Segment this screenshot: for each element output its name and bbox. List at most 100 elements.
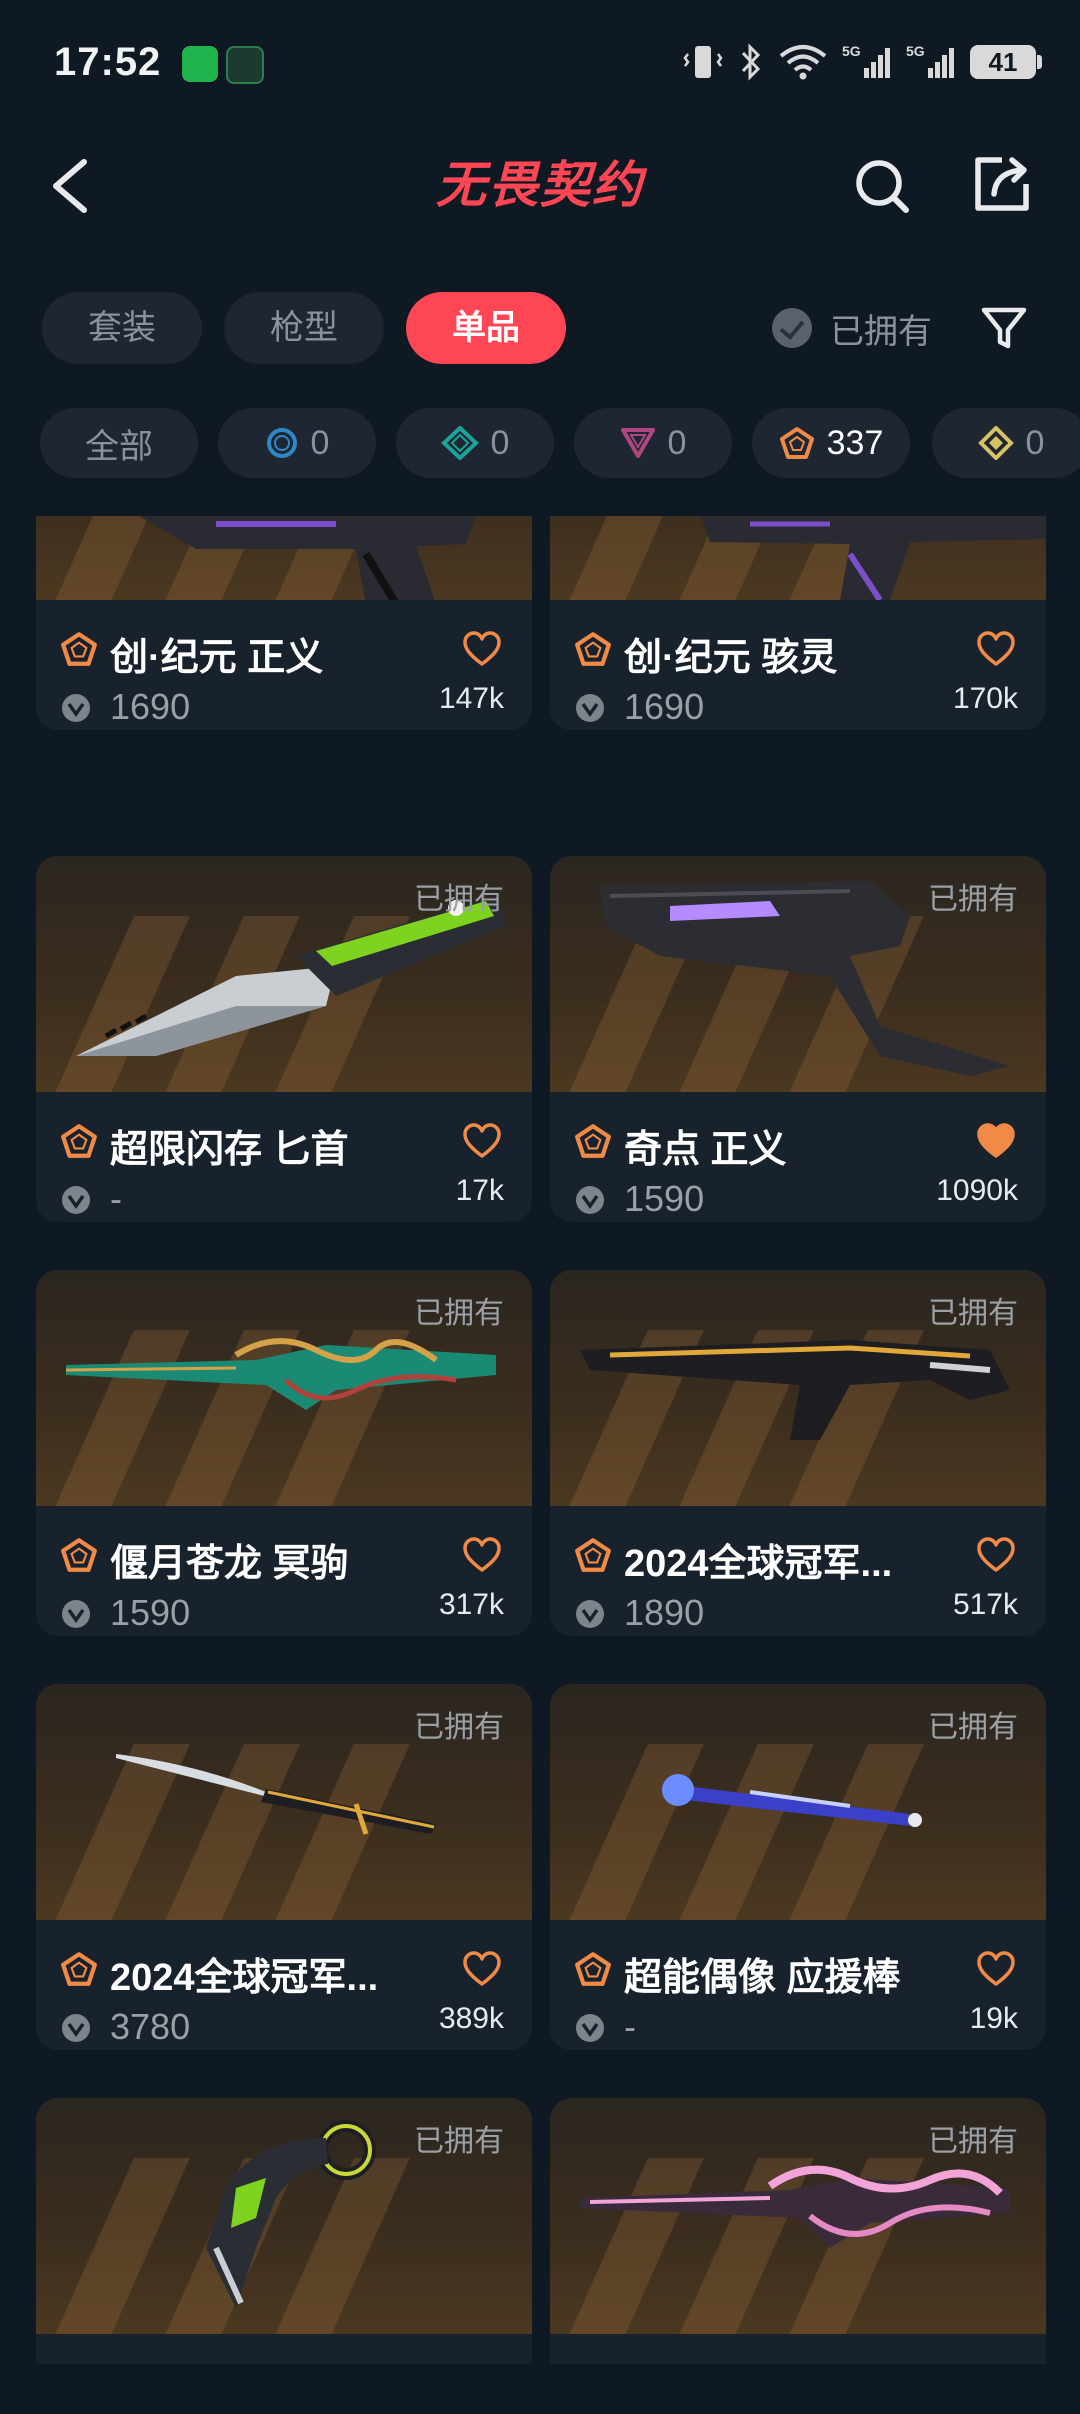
exclusive-tier-icon xyxy=(575,1124,611,1158)
favorite-heart-icon[interactable] xyxy=(976,1950,1016,1988)
item-likes: 517k xyxy=(952,1588,1018,1621)
share-button[interactable] xyxy=(972,154,1032,214)
chip-count: 337 xyxy=(826,423,884,462)
tab-bundles[interactable]: 套装 xyxy=(42,292,202,364)
item-likes: 19k xyxy=(969,2002,1018,2035)
valorant-points-icon xyxy=(576,694,604,722)
weapon-smg-dark-image xyxy=(700,516,1046,600)
item-info: 2024全球冠军... 1890 517k xyxy=(550,1506,1046,1636)
signal-5g-icon-2: 5G xyxy=(906,42,956,82)
favorite-heart-icon[interactable] xyxy=(462,1536,502,1574)
item-image: 已拥有 xyxy=(36,1684,532,1920)
select-tier-icon xyxy=(266,428,297,458)
item-price: - xyxy=(110,1178,122,1219)
owned-label: 已拥有 xyxy=(928,883,1018,916)
app-logo: 无畏契约 xyxy=(436,156,644,214)
weapon-pistol-dark-image xyxy=(139,516,476,600)
chip-ultra-tier[interactable]: 0 xyxy=(932,408,1080,478)
item-info xyxy=(550,2334,1046,2364)
item-card[interactable]: 已拥有 2024全球冠军... 3780 389k xyxy=(36,1684,532,2050)
valorant-points-icon xyxy=(62,694,90,722)
chip-count: 0 xyxy=(490,423,510,462)
chip-count: 0 xyxy=(667,423,687,462)
item-card[interactable]: 已拥有 超限闪存 匕首 - 17k xyxy=(36,856,532,1222)
favorite-heart-icon[interactable] xyxy=(462,630,502,668)
battery-icon: 41 xyxy=(970,45,1042,79)
favorite-heart-icon[interactable] xyxy=(462,1122,502,1160)
valorant-points-icon xyxy=(62,1600,90,1628)
item-image: 已拥有 xyxy=(550,1270,1046,1506)
item-info: 创·纪元 正义 1690 147k xyxy=(36,600,532,730)
item-likes: 170k xyxy=(952,682,1018,715)
exclusive-tier-icon xyxy=(575,1538,611,1572)
favorite-heart-icon[interactable] xyxy=(976,630,1016,668)
item-info: 超限闪存 匕首 - 17k xyxy=(36,1092,532,1222)
filter-button[interactable] xyxy=(978,302,1030,354)
status-bar: 17:52 5G 5G 41 xyxy=(0,0,1080,130)
item-card[interactable]: 创·纪元 正义 1690 147k xyxy=(36,516,532,730)
vibrate-icon xyxy=(682,42,724,82)
search-button[interactable] xyxy=(852,156,912,216)
item-image: 已拥有 xyxy=(550,2098,1046,2334)
chip-all-label: 全部 xyxy=(85,427,153,466)
status-time: 17:52 xyxy=(54,40,162,84)
item-price: 1690 xyxy=(624,686,705,727)
owned-label: 已拥有 xyxy=(414,883,504,916)
favorite-heart-icon[interactable] xyxy=(462,1950,502,1988)
item-card[interactable]: 创·纪元 骇灵 1690 170k xyxy=(550,516,1046,730)
tab-weapon-type[interactable]: 枪型 xyxy=(224,292,384,364)
chip-select-tier[interactable]: 0 xyxy=(218,408,376,478)
item-card[interactable]: 已拥有 2024全球冠军... 1890 517k xyxy=(550,1270,1046,1636)
owned-checkbox-icon xyxy=(772,308,812,348)
share-icon xyxy=(975,157,1029,211)
item-name: 2024全球冠军... xyxy=(110,1957,379,1999)
owned-label: 已拥有 xyxy=(928,2125,1018,2158)
item-likes: 17k xyxy=(455,1174,504,1207)
item-name: 2024全球冠军... xyxy=(624,1543,893,1585)
valorant-points-icon xyxy=(576,2014,604,2042)
header: 无畏契约 xyxy=(0,130,1080,240)
owned-label: 已拥有 xyxy=(414,2125,504,2158)
tab-single-items[interactable]: 单品 xyxy=(406,292,566,364)
owned-filter-toggle[interactable]: 已拥有 xyxy=(772,292,932,364)
item-info: 偃月苍龙 冥驹 1590 317k xyxy=(36,1506,532,1636)
filter-funnel-icon xyxy=(981,307,1027,349)
chip-exclusive-tier[interactable]: 337 xyxy=(752,408,910,478)
chip-all[interactable]: 全部 xyxy=(40,408,198,478)
item-price: 1690 xyxy=(110,686,191,727)
item-name: 超能偶像 应援棒 xyxy=(624,1957,901,1999)
signal-5g-icon: 5G xyxy=(842,42,892,82)
svg-text:5G: 5G xyxy=(906,43,925,59)
item-likes: 147k xyxy=(438,682,504,715)
valorant-points-icon xyxy=(62,2014,90,2042)
owned-label: 已拥有 xyxy=(414,1711,504,1744)
deluxe-tier-icon xyxy=(440,426,479,460)
favorite-heart-icon[interactable] xyxy=(976,1536,1016,1574)
exclusive-tier-icon xyxy=(61,1538,97,1572)
item-price: 1590 xyxy=(110,1592,191,1633)
chip-premium-tier[interactable]: 0 xyxy=(574,408,732,478)
valorant-points-icon xyxy=(62,1186,90,1214)
chip-deluxe-tier[interactable]: 0 xyxy=(396,408,554,478)
favorite-heart-filled-icon[interactable] xyxy=(976,1122,1016,1160)
item-grid: 创·纪元 正义 1690 147k 创·纪元 骇灵 1690 170k 已拥有 … xyxy=(0,516,1080,2364)
item-likes: 317k xyxy=(438,1588,504,1621)
item-price: - xyxy=(624,2006,636,2047)
rarity-filter-chips: 全部 0 0 0 337 0 xyxy=(0,408,1080,478)
exclusive-tier-icon xyxy=(61,632,97,666)
item-name: 超限闪存 匕首 xyxy=(110,1129,349,1171)
item-image xyxy=(36,516,532,600)
item-card[interactable]: 已拥有 奇点 正义 1590 1090k xyxy=(550,856,1046,1222)
item-card[interactable]: 已拥有 偃月苍龙 冥驹 1590 317k xyxy=(36,1270,532,1636)
item-card[interactable]: 已拥有 超能偶像 应援棒 - 19k xyxy=(550,1684,1046,2050)
item-info: 超能偶像 应援棒 - 19k xyxy=(550,1920,1046,2050)
bluetooth-icon xyxy=(738,42,764,82)
owned-filter-label: 已拥有 xyxy=(830,312,932,351)
wechat-icon xyxy=(182,46,218,82)
item-image: 已拥有 xyxy=(36,2098,532,2334)
exclusive-tier-icon xyxy=(779,427,814,459)
item-card[interactable]: 已拥有 xyxy=(550,2098,1046,2364)
search-icon xyxy=(856,160,909,213)
item-card[interactable]: 已拥有 xyxy=(36,2098,532,2364)
back-button[interactable] xyxy=(44,154,104,218)
